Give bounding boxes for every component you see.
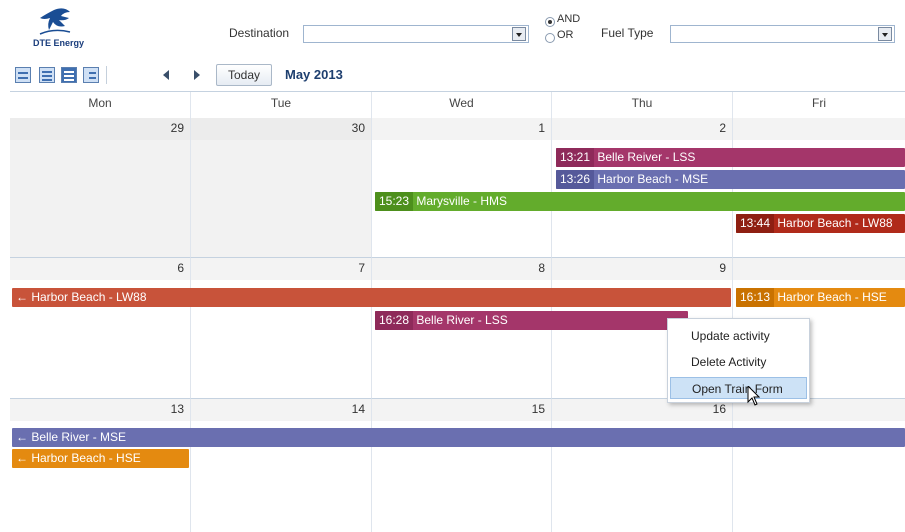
event-time: 13:21 [556, 148, 595, 167]
event-title: Belle River - LSS [416, 313, 508, 327]
and-radio[interactable] [545, 17, 555, 27]
event-bar[interactable]: 13:44 Harbor Beach - LW88 [736, 214, 905, 233]
day-cell[interactable]: 1 [372, 118, 552, 258]
day-number: 29 [170, 121, 184, 135]
event-bar[interactable]: ← Harbor Beach - LW88 [12, 288, 731, 307]
event-time: 16:13 [736, 288, 775, 307]
next-arrow-icon[interactable] [194, 70, 200, 80]
menu-item-update-activity[interactable]: Update activity [670, 325, 807, 347]
day-number: 8 [538, 261, 545, 275]
day-number: 13 [170, 402, 184, 416]
cursor-hand-icon [747, 386, 760, 406]
event-title: Harbor Beach - HSE [31, 451, 141, 465]
event-time: 13:44 [736, 214, 775, 233]
or-radio[interactable] [545, 33, 555, 43]
day-cell[interactable]: 7 [191, 258, 372, 399]
day-header-fri: Fri [733, 92, 905, 118]
event-bar[interactable]: 16:13 Harbor Beach - HSE [736, 288, 905, 307]
prev-arrow-icon[interactable] [163, 70, 169, 80]
list-view-icon[interactable] [83, 67, 99, 83]
day-number: 1 [538, 121, 545, 135]
fuel-type-combo[interactable] [670, 25, 895, 43]
event-bar[interactable]: 16:28 Belle River - LSS [375, 311, 688, 330]
fuel-type-label: Fuel Type [601, 26, 654, 40]
and-label: AND [557, 13, 581, 25]
day-number: 16 [712, 402, 726, 416]
event-title: Harbor Beach - HSE [777, 290, 887, 304]
event-time: 15:23 [375, 192, 414, 211]
event-bar[interactable]: 13:26 Harbor Beach - MSE [556, 170, 905, 189]
destination-label: Destination [229, 26, 290, 40]
day-number: 30 [351, 121, 365, 135]
day-cell[interactable]: 15 [372, 399, 552, 532]
day-cell[interactable]: 30 [191, 118, 372, 258]
month-view-icon[interactable] [61, 67, 77, 83]
day-cell[interactable]: 6 [10, 258, 191, 399]
event-bar[interactable]: ← Harbor Beach - HSE [12, 449, 189, 468]
left-arrow-icon: ← [16, 430, 28, 444]
top-bar: DTE Energy Destination AND OR Fuel Type [0, 0, 905, 60]
event-time: 16:28 [375, 311, 414, 330]
event-bar[interactable]: 13:21 Belle Reiver - LSS [556, 148, 905, 167]
or-label: OR [557, 29, 574, 41]
day-header-mon: Mon [10, 92, 191, 118]
today-button[interactable]: Today [216, 64, 272, 86]
week-view-icon[interactable] [39, 67, 55, 83]
event-title: Harbor Beach - LW88 [31, 290, 147, 304]
day-header-tue: Tue [191, 92, 372, 118]
day-number: 2 [719, 121, 726, 135]
context-menu: Update activity Delete Activity Open Tra… [667, 318, 810, 403]
day-view-icon[interactable] [15, 67, 31, 83]
day-cell[interactable]: 14 [191, 399, 372, 532]
event-title: Harbor Beach - LW88 [777, 216, 893, 230]
event-title: Belle Reiver - LSS [597, 150, 696, 164]
left-arrow-icon: ← [16, 290, 28, 304]
day-number: 14 [351, 402, 365, 416]
toolbar-divider [106, 66, 107, 84]
day-cell[interactable]: 16 [552, 399, 733, 532]
chevron-down-icon[interactable] [512, 27, 526, 41]
event-title: Belle River - MSE [31, 430, 127, 444]
day-number: 6 [177, 261, 184, 275]
event-bar[interactable]: ← Belle River - MSE [12, 428, 905, 447]
day-header-thu: Thu [552, 92, 733, 118]
month-title: May 2013 [285, 67, 343, 82]
event-time: 13:26 [556, 170, 595, 189]
event-bar[interactable]: 15:23 Marysville - HMS [375, 192, 905, 211]
left-arrow-icon: ← [16, 451, 28, 465]
day-cell[interactable]: 29 [10, 118, 191, 258]
menu-item-open-train-form[interactable]: Open Train Form [670, 377, 807, 399]
day-cell[interactable] [733, 399, 905, 532]
logo-text: DTE Energy [33, 38, 85, 48]
destination-combo[interactable] [303, 25, 529, 43]
day-header-wed: Wed [372, 92, 552, 118]
chevron-down-icon[interactable] [878, 27, 892, 41]
event-title: Marysville - HMS [416, 194, 508, 208]
day-number: 15 [531, 402, 545, 416]
day-number: 7 [358, 261, 365, 275]
day-number: 9 [719, 261, 726, 275]
menu-item-delete-activity[interactable]: Delete Activity [670, 351, 807, 373]
event-title: Harbor Beach - MSE [597, 172, 709, 186]
